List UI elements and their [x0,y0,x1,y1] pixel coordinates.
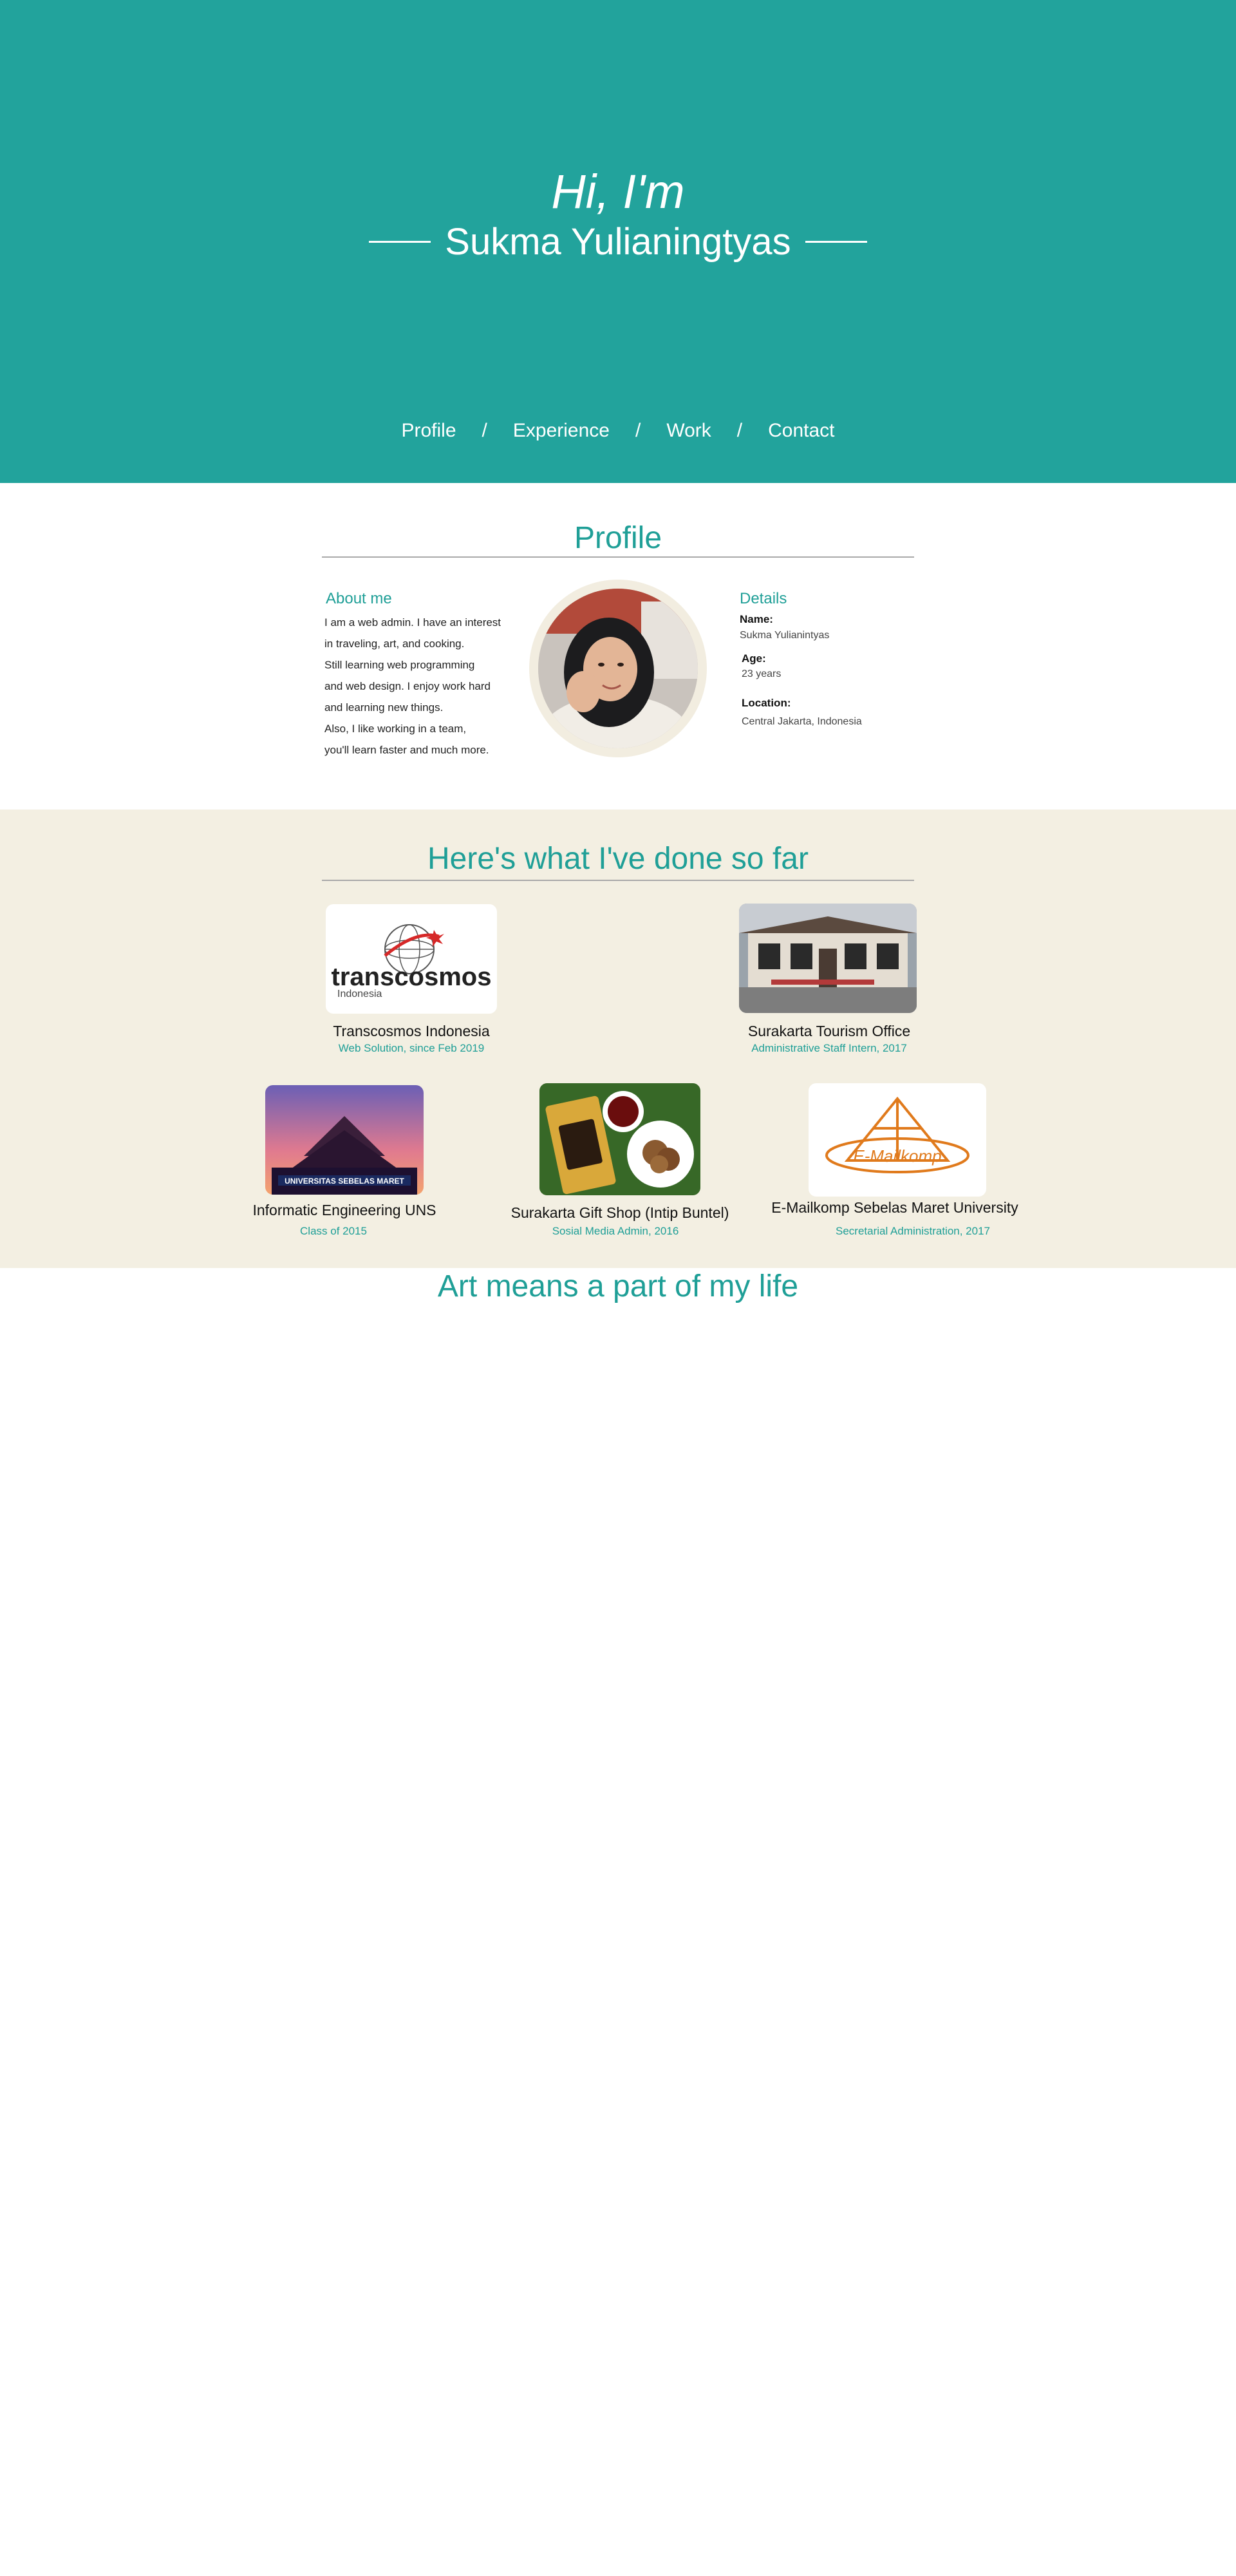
exp-sub-transcosmos: Web Solution, since Feb 2019 [338,1042,485,1054]
nav-separator: / [482,420,487,441]
emailkomp-logo-text: E-Mailkomp [853,1146,941,1166]
nav-link-experience[interactable]: Experience [508,420,615,442]
work-title: Art means a part of my life [437,1269,799,1303]
details-heading: Details [740,590,787,607]
about-line: and web design. I enjoy work hard [324,680,491,692]
experience-section [0,810,1236,1268]
gift-shop-photo[interactable] [539,1083,700,1195]
emailkomp-logo-icon: E-Mailkomp [825,1096,969,1173]
hero-name-row: Sukma Yulianingtyas [0,220,1236,263]
profile-title: Profile [574,521,662,555]
transcosmos-logo-icon: transcosmos Indonesia [332,924,492,999]
building-photo-icon [739,904,917,1013]
exp-title-tourism-office: Surakarta Tourism Office [747,1023,911,1039]
nav-link-work[interactable]: Work [661,420,716,442]
detail-age-label: Age: [742,652,766,665]
exp-title-uns: Informatic Engineering UNS [252,1202,436,1218]
about-text: I am a web admin. I have an interest in … [324,612,518,761]
uns-photo[interactable]: UNIVERSITAS SEBELAS MARET [265,1085,424,1195]
exp-sub-gift-shop: Sosial Media Admin, 2016 [552,1225,679,1237]
hero-left-line [369,241,431,243]
nav-link-profile[interactable]: Profile [396,420,461,442]
detail-name-label: Name: [740,613,773,625]
about-line: in traveling, art, and cooking. [324,638,465,650]
hero-right-line [805,241,867,243]
hero-name: Sukma Yulianingtyas [445,221,791,263]
tourism-office-photo[interactable] [739,904,917,1013]
nav-separator: / [736,420,743,441]
transcosmos-logo-sub: Indonesia [337,989,382,999]
exp-sub-tourism-office: Administrative Staff Intern, 2017 [751,1042,907,1054]
hero-header: Hi, I'm Sukma Yulianingtyas Profile / Ex… [0,0,1236,483]
exp-title-gift-shop: Surakarta Gift Shop (Intip Buntel) [510,1204,729,1221]
exp-title-emailkomp: E-Mailkomp Sebelas Maret University [771,1199,1018,1216]
detail-age-value: 23 years [742,668,782,679]
detail-location-label: Location: [742,697,791,709]
experience-title: Here's what I've done so far [427,842,809,876]
exp-sub-uns: Class of 2015 [300,1225,367,1237]
emailkomp-logo-card[interactable]: E-Mailkomp [809,1083,986,1197]
about-line: Also, I like working in a team, [324,723,467,735]
transcosmos-logo-card[interactable]: transcosmos Indonesia [326,904,497,1014]
about-line: I am a web admin. I have an interest [324,616,501,629]
about-line: and learning new things. [324,701,444,714]
avatar-frame [529,580,707,757]
nav-separator: / [635,420,641,441]
about-line: Still learning web programming [324,659,475,671]
transcosmos-logo-text: transcosmos [332,963,492,991]
university-photo-icon: UNIVERSITAS SEBELAS MARET [265,1085,424,1195]
avatar [538,589,698,748]
profile-divider [322,556,914,558]
hero-greeting: Hi, I'm [551,165,685,218]
food-photo-icon [539,1083,700,1195]
exp-sub-emailkomp: Secretarial Administration, 2017 [835,1225,991,1237]
about-line: you'll learn faster and much more. [324,744,489,756]
exp-title-transcosmos: Transcosmos Indonesia [333,1023,490,1039]
detail-location-value: Central Jakarta, Indonesia [742,716,862,727]
about-heading: About me [326,590,392,607]
nav-link-contact[interactable]: Contact [763,420,839,442]
experience-divider [322,880,914,881]
main-nav: Profile / Experience / Work / Contact [0,420,1236,442]
uns-banner-text: UNIVERSITAS SEBELAS MARET [285,1177,404,1186]
detail-name-value: Sukma Yulianintyas [740,630,830,641]
